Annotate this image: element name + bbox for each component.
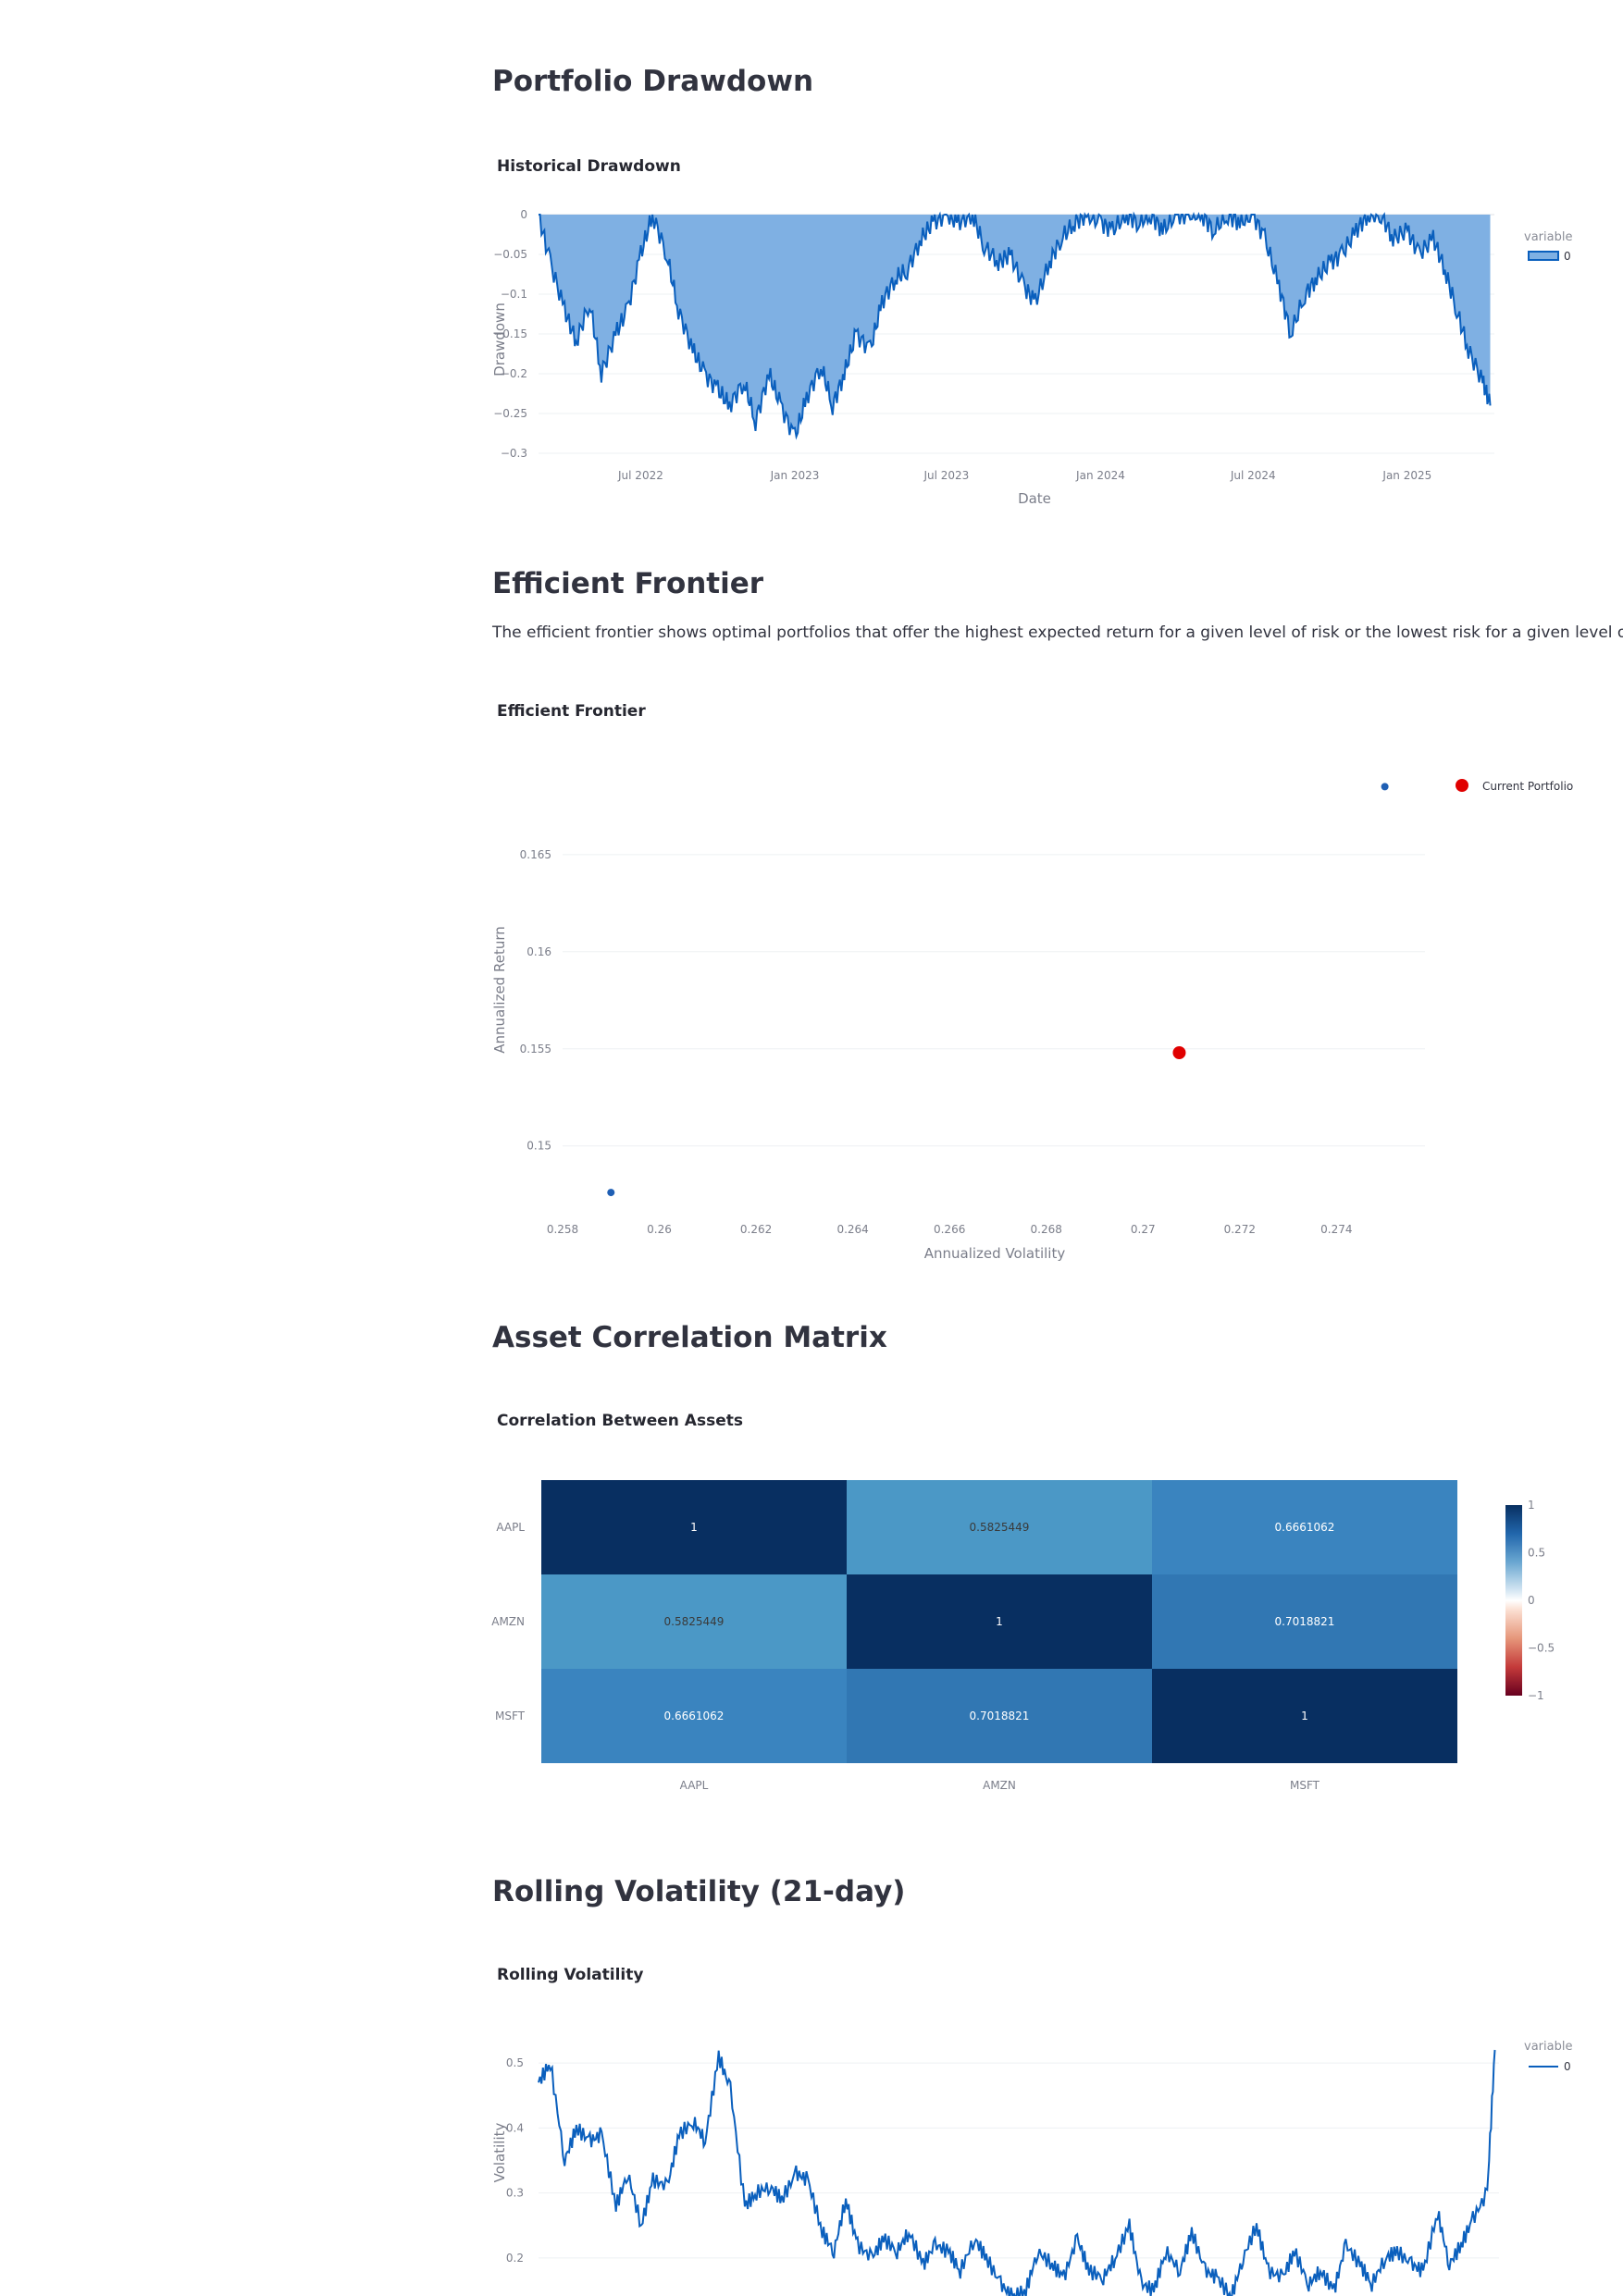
drawdown-legend[interactable]: variable 0 [1524, 230, 1572, 263]
drawdown-x-tick-label: Jan 2024 [1075, 469, 1125, 482]
volatility-y-tick-label: 0.5 [506, 2056, 524, 2069]
heatmap-cell-label: 1 [690, 1521, 698, 1534]
drawdown-x-axis-title: Date [1018, 490, 1051, 507]
frontier-x-tick-label: 0.268 [1031, 1223, 1062, 1236]
heatmap-y-label: MSFT [495, 1710, 526, 1722]
drawdown-y-tick-label: −0.05 [493, 248, 527, 261]
heatmap-x-label: MSFT [1290, 1779, 1320, 1792]
drawdown-legend-title: variable [1524, 230, 1572, 244]
frontier-y-tick-label: 0.165 [520, 848, 551, 861]
volatility-y-tick-label: 0.2 [506, 2252, 524, 2265]
volatility-legend-item: 0 [1564, 2060, 1571, 2073]
drawdown-chart[interactable]: 0−0.05−0.1−0.15−0.2−0.25−0.3 Jul 2022 Jan… [481, 205, 1592, 520]
current-portfolio-point[interactable] [1172, 1045, 1186, 1059]
correlation-heatmap[interactable]: 1 0.5825449 0.6661062 0.5825449 1 0.7018821 0.… [481, 1462, 1592, 1813]
frontier-y-axis-title: Annualized Return [491, 926, 508, 1053]
frontier-point[interactable] [1381, 783, 1389, 791]
volatility-line[interactable] [538, 2049, 1496, 2296]
heatmap-cell-label: 0.6661062 [1275, 1521, 1335, 1534]
frontier-x-tick-label: 0.266 [934, 1223, 965, 1236]
drawdown-x-tick-label: Jan 2025 [1381, 469, 1431, 482]
drawdown-x-tick-label: Jan 2023 [770, 469, 820, 482]
heatmap-cell-label: 1 [996, 1615, 1003, 1628]
drawdown-y-axis-title: Drawdown [491, 302, 508, 376]
frontier-chart-title: Efficient Frontier [497, 702, 646, 721]
volatility-chart[interactable]: 0.5 0.4 0.3 0.2 Volatility variable 0 [481, 2026, 1592, 2296]
drawdown-x-tick-label: Jul 2022 [617, 469, 663, 482]
heatmap-cell-label: 0.5825449 [664, 1615, 725, 1628]
heatmap-cell-label: 0.7018821 [970, 1710, 1030, 1722]
drawdown-section-title: Portfolio Drawdown [492, 65, 814, 98]
drawdown-x-tick-label: Jul 2023 [923, 469, 969, 482]
heatmap-x-label: AMZN [983, 1779, 1016, 1792]
colorbar-tick-label: 0 [1528, 1594, 1535, 1607]
heatmap-cell-label: 1 [1301, 1710, 1308, 1722]
heatmap-y-label: AAPL [496, 1521, 525, 1534]
correlation-chart-title: Correlation Between Assets [497, 1412, 743, 1430]
drawdown-y-tick-label: −0.25 [493, 407, 527, 420]
frontier-section-title: Efficient Frontier [492, 567, 764, 600]
frontier-x-tick-label: 0.26 [647, 1223, 672, 1236]
drawdown-y-tick-label: −0.1 [501, 288, 527, 301]
frontier-x-tick-label: 0.27 [1131, 1223, 1156, 1236]
frontier-point[interactable] [607, 1189, 615, 1197]
frontier-x-tick-label: 0.258 [547, 1223, 578, 1236]
frontier-y-tick-label: 0.155 [520, 1043, 551, 1055]
correlation-colorbar: 1 0.5 0 −0.5 −1 [1505, 1499, 1555, 1702]
volatility-y-axis-title: Volatility [491, 2122, 508, 2182]
heatmap-y-label: AMZN [491, 1615, 525, 1628]
volatility-chart-title: Rolling Volatility [497, 1966, 644, 1984]
heatmap-cell-label: 0.5825449 [970, 1521, 1030, 1534]
drawdown-legend-swatch[interactable] [1528, 251, 1559, 261]
drawdown-y-tick-label: −0.3 [501, 447, 527, 460]
volatility-y-tick-label: 0.3 [506, 2187, 524, 2200]
heatmap-cell-label: 0.7018821 [1275, 1615, 1335, 1628]
volatility-y-tick-label: 0.4 [506, 2121, 524, 2134]
drawdown-area[interactable] [539, 215, 1491, 437]
volatility-section-title: Rolling Volatility (21-day) [492, 1875, 906, 1908]
frontier-y-tick-label: 0.16 [527, 945, 551, 958]
drawdown-y-tick-label: 0 [520, 208, 527, 221]
volatility-legend[interactable]: variable 0 [1524, 2040, 1572, 2073]
frontier-description: The efficient frontier shows optimal por… [492, 623, 1623, 642]
drawdown-legend-item: 0 [1564, 250, 1571, 263]
colorbar-tick-label: −0.5 [1528, 1642, 1555, 1655]
frontier-legend-item: Current Portfolio [1482, 780, 1573, 793]
colorbar-tick-label: 1 [1528, 1499, 1535, 1512]
correlation-section-title: Asset Correlation Matrix [492, 1321, 887, 1354]
heatmap-x-label: AAPL [680, 1779, 709, 1792]
frontier-x-tick-label: 0.274 [1320, 1223, 1352, 1236]
frontier-x-tick-label: 0.264 [836, 1223, 868, 1236]
colorbar-tick-label: 0.5 [1528, 1547, 1545, 1560]
frontier-legend-marker[interactable] [1456, 779, 1468, 792]
colorbar-gradient [1505, 1505, 1522, 1696]
frontier-chart[interactable]: 0.165 0.16 0.155 0.15 0.258 0.26 0.262 0.264 0.… [481, 759, 1592, 1277]
frontier-legend[interactable]: Current Portfolio [1456, 779, 1573, 793]
volatility-legend-title: variable [1524, 2040, 1572, 2054]
frontier-x-axis-title: Annualized Volatility [924, 1245, 1066, 1262]
frontier-x-tick-label: 0.262 [740, 1223, 772, 1236]
frontier-x-tick-label: 0.272 [1224, 1223, 1256, 1236]
frontier-y-tick-label: 0.15 [527, 1140, 551, 1153]
colorbar-tick-label: −1 [1528, 1689, 1544, 1702]
heatmap-cell-label: 0.6661062 [664, 1710, 725, 1722]
drawdown-x-tick-label: Jul 2024 [1230, 469, 1276, 482]
drawdown-chart-title: Historical Drawdown [497, 157, 681, 176]
